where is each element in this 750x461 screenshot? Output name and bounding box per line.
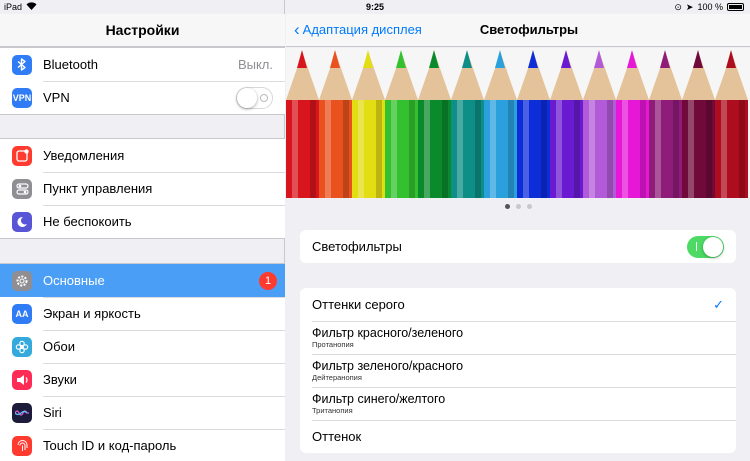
settings-row-vpn[interactable]: VPN VPN <box>0 81 285 114</box>
settings-row-control-center[interactable]: Пункт управления <box>0 172 285 205</box>
page-dot[interactable] <box>504 204 510 209</box>
checkmark-icon: ✓ <box>713 296 724 312</box>
filter-options-list: Оттенки серого ✓ Фильтр красного/зеленог… <box>300 288 736 453</box>
colored-pencils-preview[interactable] <box>286 48 750 198</box>
settings-row-do-not-disturb[interactable]: Не беспокоить <box>0 205 285 238</box>
pencil-3 <box>352 48 385 198</box>
row-label: Пункт управления <box>43 181 153 196</box>
option-label: Оттенок <box>312 429 362 444</box>
settings-master-pane: Настройки Bluetooth Выкл. VPN VPN Уведом… <box>0 0 285 461</box>
pencil-1 <box>286 48 319 198</box>
fingerprint-icon <box>12 435 32 456</box>
row-label: Не беспокоить <box>43 214 132 229</box>
pencil-9 <box>550 48 583 198</box>
row-value: Выкл. <box>237 57 273 72</box>
update-badge: 1 <box>259 271 277 290</box>
settings-row-siri[interactable]: Siri <box>0 396 285 429</box>
pencil-7 <box>484 48 517 198</box>
pencil-12 <box>649 48 682 198</box>
master-title: Настройки <box>105 22 180 38</box>
row-label: Основные <box>43 273 105 288</box>
option-label: Фильтр синего/желтого <box>312 392 446 406</box>
page-control[interactable] <box>286 204 750 209</box>
color-filters-row: Светофильтры <box>300 230 736 263</box>
pencil-4 <box>385 48 418 198</box>
settings-row-general[interactable]: Основные 1 <box>0 264 285 297</box>
status-time: 9:25 <box>365 2 384 12</box>
option-sublabel: Протанопия <box>312 340 354 349</box>
pencil-2 <box>319 48 352 198</box>
option-sublabel: Дейтеранопия <box>312 373 362 382</box>
page-dot[interactable] <box>515 204 521 209</box>
pencil-11 <box>616 48 649 198</box>
general-group: Основные 1 AA Экран и яркость Обои Звуки <box>0 263 285 461</box>
vpn-toggle[interactable] <box>236 86 273 109</box>
pencil-14 <box>715 48 748 198</box>
battery-icon <box>727 3 744 11</box>
status-bar: iPad 9:25 ⊙ ➤ 100 % <box>0 0 750 14</box>
filter-option-tint[interactable]: Оттенок <box>300 420 736 453</box>
settings-row-sounds[interactable]: Звуки <box>0 363 285 396</box>
detail-navigation-bar: ‹ Адаптация дисплея Светофильтры <box>286 14 750 47</box>
filter-option-tritanopia[interactable]: Фильтр синего/желтого Тританопия <box>300 387 736 420</box>
row-label: Экран и яркость <box>43 306 141 321</box>
pencil-13 <box>682 48 715 198</box>
pencil-10 <box>583 48 616 198</box>
row-label: Touch ID и код-пароль <box>43 438 177 453</box>
speaker-icon <box>12 369 32 390</box>
row-label: Звуки <box>43 372 77 387</box>
master-navigation-bar: Настройки <box>0 14 285 47</box>
vpn-icon: VPN <box>12 87 32 108</box>
pencil-row <box>286 48 750 198</box>
filter-option-grayscale[interactable]: Оттенки серого ✓ <box>300 288 736 321</box>
option-sublabel: Тританопия <box>312 406 353 415</box>
orientation-lock-icon: ⊙ <box>674 2 682 12</box>
location-icon: ➤ <box>685 2 694 12</box>
pencil-5 <box>418 48 451 198</box>
display-icon: AA <box>12 303 32 324</box>
row-label: VPN <box>43 90 70 105</box>
settings-row-notifications[interactable]: Уведомления <box>0 139 285 172</box>
settings-row-wallpaper[interactable]: Обои <box>0 330 285 363</box>
gear-icon <box>12 270 32 291</box>
settings-row-display[interactable]: AA Экран и яркость <box>0 297 285 330</box>
filter-option-deuteranopia[interactable]: Фильтр зеленого/красного Дейтеранопия <box>300 354 736 387</box>
control-center-icon <box>12 178 32 199</box>
filter-option-protanopia[interactable]: Фильтр красного/зеленого Протанопия <box>300 321 736 354</box>
notifications-icon <box>12 145 32 166</box>
option-label: Оттенки серого <box>312 297 405 312</box>
color-filters-detail-pane: ‹ Адаптация дисплея Светофильтры Светофи… <box>286 0 750 461</box>
color-filters-label: Светофильтры <box>312 239 402 254</box>
option-label: Фильтр зеленого/красного <box>312 359 464 373</box>
pencil-6 <box>451 48 484 198</box>
notifications-group: Уведомления Пункт управления Не беспокои… <box>0 138 285 239</box>
page-title: Светофильтры <box>479 22 579 37</box>
moon-icon <box>12 211 32 232</box>
bluetooth-icon <box>12 54 32 75</box>
connectivity-group: Bluetooth Выкл. VPN VPN <box>0 47 285 115</box>
color-filters-toggle[interactable] <box>687 235 724 258</box>
pencil-8 <box>517 48 550 198</box>
settings-row-bluetooth[interactable]: Bluetooth Выкл. <box>0 48 285 81</box>
battery-percent: 100 % <box>697 2 723 12</box>
option-label: Фильтр красного/зеленого <box>312 326 464 340</box>
row-label: Siri <box>43 405 62 420</box>
ipad-screen: Настройки Bluetooth Выкл. VPN VPN Уведом… <box>0 0 750 461</box>
settings-row-touch-id[interactable]: Touch ID и код-пароль <box>0 429 285 461</box>
row-label: Уведомления <box>43 148 125 163</box>
row-label: Bluetooth <box>43 57 98 72</box>
siri-icon <box>12 402 32 423</box>
page-dot[interactable] <box>526 204 532 209</box>
filters-toggle-group: Светофильтры <box>300 230 736 263</box>
row-label: Обои <box>43 339 76 354</box>
wallpaper-icon <box>12 336 32 357</box>
